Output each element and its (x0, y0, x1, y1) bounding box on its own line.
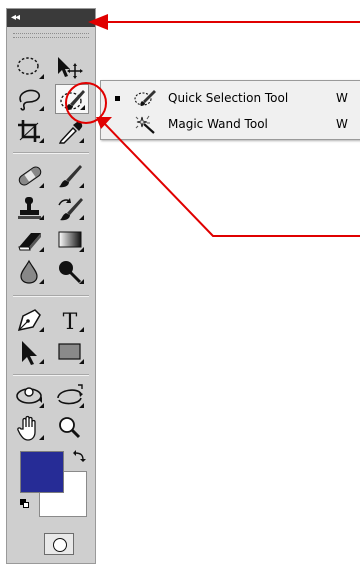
panel-grip[interactable] (13, 33, 89, 38)
type-tool[interactable]: T (53, 305, 87, 335)
quick-mask-button[interactable] (44, 533, 74, 555)
collapse-icon[interactable]: ◂◂ (11, 10, 20, 26)
tools-panel: ◂◂ T (6, 8, 96, 564)
selected-bullet (115, 96, 120, 101)
type-glyph: T (63, 310, 78, 335)
clone-stamp-tool[interactable] (13, 193, 47, 223)
submenu-indicator (79, 215, 84, 220)
tool-flyout-menu: Quick Selection Tool W Magic Wand Tool W (100, 80, 360, 140)
foreground-color-swatch[interactable] (20, 451, 64, 493)
shape-tool[interactable] (53, 337, 87, 367)
3d-orbit-tool[interactable] (53, 381, 87, 411)
submenu-indicator (79, 327, 84, 332)
menu-item-quick-selection[interactable]: Quick Selection Tool W (101, 86, 360, 110)
path-selection-tool[interactable] (13, 337, 47, 367)
submenu-indicator (79, 183, 84, 188)
submenu-indicator (39, 74, 44, 79)
healing-brush-tool[interactable] (13, 161, 47, 191)
quick-selection-brush-icon (60, 90, 85, 110)
menu-item-label: Quick Selection Tool (168, 91, 289, 105)
submenu-indicator (39, 327, 44, 332)
history-brush-tool[interactable] (53, 193, 87, 223)
blur-tool[interactable] (13, 257, 47, 287)
submenu-indicator (39, 183, 44, 188)
brush-tool[interactable] (53, 161, 87, 191)
submenu-indicator (39, 403, 44, 408)
eyedropper-tool[interactable] (53, 116, 87, 146)
default-colors-icon[interactable] (20, 499, 29, 508)
submenu-indicator (79, 279, 84, 284)
submenu-indicator (39, 247, 44, 252)
panel-titlebar[interactable]: ◂◂ (7, 9, 95, 27)
magic-wand-icon (135, 115, 155, 134)
menu-item-magic-wand[interactable]: Magic Wand Tool W (101, 112, 360, 136)
menu-item-label: Magic Wand Tool (168, 117, 268, 131)
submenu-indicator (39, 359, 44, 364)
pen-tool[interactable] (13, 305, 47, 335)
quick-mask-icon (53, 538, 67, 552)
submenu-indicator (79, 403, 84, 408)
3d-rotate-tool[interactable] (13, 381, 47, 411)
menu-item-shortcut: W (336, 91, 348, 105)
crop-tool[interactable] (13, 116, 47, 146)
submenu-indicator (39, 435, 44, 440)
toolbar-divider (13, 295, 89, 297)
submenu-indicator (39, 279, 44, 284)
move-tool[interactable] (53, 52, 87, 82)
toolbar-divider (13, 152, 89, 154)
lasso-tool[interactable] (13, 84, 47, 114)
submenu-indicator (79, 247, 84, 252)
dodge-tool[interactable] (53, 257, 87, 287)
submenu-indicator (39, 215, 44, 220)
submenu-indicator (79, 359, 84, 364)
submenu-indicator (39, 138, 44, 143)
move-icon (58, 57, 83, 79)
submenu-indicator (79, 138, 84, 143)
submenu-indicator (80, 105, 85, 110)
menu-item-shortcut: W (336, 117, 348, 131)
swap-colors-icon[interactable] (71, 449, 87, 465)
magnifier-icon (59, 417, 81, 439)
quick-selection-brush-icon (134, 90, 156, 106)
eraser-tool[interactable] (13, 225, 47, 255)
submenu-indicator (39, 106, 44, 111)
zoom-tool[interactable] (53, 413, 87, 443)
hand-tool[interactable] (13, 413, 47, 443)
gradient-tool[interactable] (53, 225, 87, 255)
quick-selection-tool[interactable] (55, 84, 89, 114)
marquee-tool[interactable] (13, 52, 47, 82)
toolbar-divider (13, 374, 89, 376)
